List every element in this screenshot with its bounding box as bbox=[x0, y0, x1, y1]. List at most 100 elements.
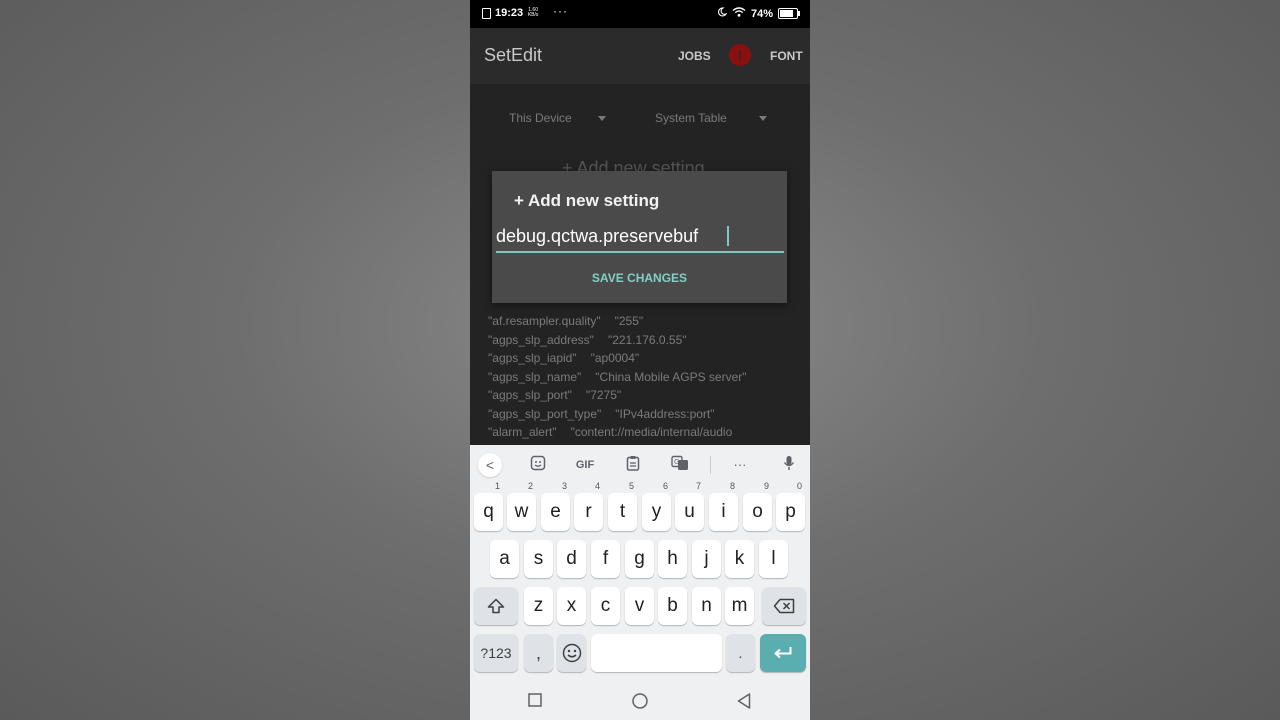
recent-apps-icon[interactable] bbox=[528, 693, 542, 712]
space-bar[interactable] bbox=[591, 634, 722, 672]
list-item[interactable]: "agps_slp_port_type" "IPv4address:port" bbox=[488, 407, 747, 426]
key-label: t bbox=[619, 501, 626, 522]
navigation-bar bbox=[470, 683, 810, 720]
setting-value: 221.176.0.55 bbox=[612, 332, 683, 347]
key-w[interactable]: w2 bbox=[507, 481, 536, 531]
key-e[interactable]: e3 bbox=[541, 481, 570, 531]
microphone-icon[interactable] bbox=[778, 455, 800, 475]
settings-list: "af.resampler.quality" "255" "agps_slp_ad… bbox=[488, 314, 747, 444]
list-item[interactable]: "alarm_alert" "content://media/internal/a… bbox=[488, 425, 747, 444]
key-hint: 2 bbox=[527, 481, 533, 491]
list-item[interactable]: "agps_slp_port" "7275" bbox=[488, 388, 747, 407]
setting-key: af.resampler.quality bbox=[492, 314, 597, 328]
key-n[interactable]: n bbox=[692, 587, 721, 625]
symbols-key[interactable]: ?123 bbox=[474, 634, 518, 672]
alert-badge-icon[interactable]: ! bbox=[729, 44, 751, 66]
key-g[interactable]: g bbox=[625, 540, 654, 578]
key-s[interactable]: s bbox=[524, 540, 553, 578]
shift-icon bbox=[487, 598, 505, 614]
sim-icon bbox=[482, 7, 491, 19]
key-y[interactable]: y6 bbox=[642, 481, 671, 531]
key-label: e bbox=[550, 501, 561, 522]
setting-key: agps_slp_port_type bbox=[492, 406, 598, 421]
setting-value: content://media/internal/audio bbox=[574, 425, 733, 439]
moon-icon bbox=[717, 7, 728, 20]
keyboard-toolbar: < GIF G ··· bbox=[470, 445, 810, 485]
chevron-down-icon bbox=[597, 116, 606, 122]
key-z[interactable]: z bbox=[524, 587, 553, 625]
period-key[interactable]: . bbox=[726, 634, 755, 672]
setting-name-input[interactable] bbox=[496, 223, 784, 249]
setting-name-field[interactable] bbox=[496, 223, 784, 253]
status-bar: 19:23 1.60 KB/s ··· 74% bbox=[470, 0, 810, 28]
enter-key[interactable] bbox=[760, 634, 806, 672]
key-h[interactable]: h bbox=[658, 540, 687, 578]
translate-icon[interactable]: G bbox=[669, 455, 691, 475]
key-c[interactable]: c bbox=[591, 587, 620, 625]
key-r[interactable]: r4 bbox=[574, 481, 603, 531]
key-label: w bbox=[514, 501, 529, 522]
table-dropdown[interactable]: System Table bbox=[655, 111, 767, 125]
device-dropdown-label: This Device bbox=[509, 111, 572, 125]
key-b[interactable]: b bbox=[658, 587, 687, 625]
backspace-key[interactable] bbox=[762, 587, 806, 625]
home-icon[interactable] bbox=[632, 693, 648, 714]
key-x[interactable]: x bbox=[557, 587, 586, 625]
list-item[interactable]: "agps_slp_address" "221.176.0.55" bbox=[488, 333, 747, 352]
table-dropdown-label: System Table bbox=[655, 111, 727, 125]
key-label: q bbox=[483, 501, 494, 522]
jobs-button[interactable]: JOBS bbox=[678, 49, 711, 63]
key-hint: 4 bbox=[594, 481, 600, 491]
font-button[interactable]: FONT bbox=[770, 49, 803, 63]
key-i[interactable]: i8 bbox=[709, 481, 738, 531]
key-label: p bbox=[785, 501, 796, 522]
app-bar: SetEdit JOBS ! FONT bbox=[470, 28, 810, 84]
key-u[interactable]: u7 bbox=[675, 481, 704, 531]
key-a[interactable]: a bbox=[490, 540, 519, 578]
save-changes-button[interactable]: SAVE CHANGES bbox=[492, 271, 787, 285]
setting-key: agps_slp_port bbox=[492, 388, 568, 402]
key-o[interactable]: o9 bbox=[743, 481, 772, 531]
text-cursor bbox=[727, 226, 729, 246]
list-item[interactable]: "agps_slp_name" "China Mobile AGPS server… bbox=[488, 370, 747, 389]
setting-value: 255 bbox=[618, 314, 639, 328]
key-p[interactable]: p0 bbox=[776, 481, 805, 531]
toolbar-divider bbox=[710, 456, 711, 474]
key-f[interactable]: f bbox=[591, 540, 620, 578]
sticker-icon[interactable] bbox=[527, 455, 549, 475]
clipboard-icon[interactable] bbox=[622, 455, 644, 475]
key-q[interactable]: q1 bbox=[474, 481, 503, 531]
shift-key[interactable] bbox=[474, 587, 518, 625]
chevron-left-icon[interactable]: < bbox=[478, 453, 502, 477]
key-hint: 0 bbox=[796, 481, 802, 491]
status-time: 19:23 bbox=[495, 7, 524, 19]
comma-key[interactable]: , bbox=[524, 634, 553, 672]
emoji-key[interactable] bbox=[557, 634, 586, 672]
key-label: y bbox=[651, 501, 662, 522]
gif-button[interactable]: GIF bbox=[574, 455, 596, 475]
back-icon[interactable] bbox=[737, 693, 751, 714]
net-speed: 1.60 KB/s bbox=[527, 7, 539, 18]
key-hint: 6 bbox=[662, 481, 668, 491]
key-hint: 1 bbox=[494, 481, 500, 491]
list-item[interactable]: "agps_slp_iapid" "ap0004" bbox=[488, 351, 747, 370]
chevron-down-icon bbox=[758, 116, 767, 122]
list-item[interactable]: "af.resampler.quality" "255" bbox=[488, 314, 747, 333]
key-t[interactable]: t5 bbox=[608, 481, 637, 531]
key-m[interactable]: m bbox=[725, 587, 754, 625]
key-k[interactable]: k bbox=[725, 540, 754, 578]
key-hint: 7 bbox=[695, 481, 701, 491]
device-dropdown[interactable]: This Device bbox=[509, 111, 606, 125]
key-l[interactable]: l bbox=[759, 540, 788, 578]
add-setting-dialog: + Add new setting SAVE CHANGES bbox=[492, 171, 787, 303]
key-hint: 3 bbox=[561, 481, 567, 491]
setting-value: 7275 bbox=[590, 388, 617, 402]
app-title: SetEdit bbox=[484, 45, 543, 65]
more-options-icon[interactable]: ··· bbox=[729, 455, 751, 475]
setting-key: agps_slp_address bbox=[492, 332, 590, 347]
key-v[interactable]: v bbox=[625, 587, 654, 625]
key-d[interactable]: d bbox=[557, 540, 586, 578]
key-j[interactable]: j bbox=[692, 540, 721, 578]
wifi-icon bbox=[732, 7, 746, 20]
setting-key: alarm_alert bbox=[492, 425, 553, 439]
